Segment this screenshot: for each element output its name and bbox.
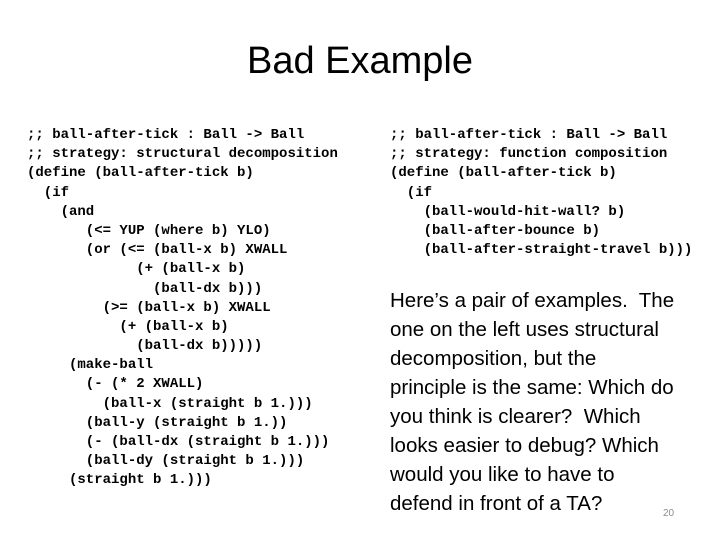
- explanation-line: would you like to have to: [390, 463, 615, 486]
- code-line: (ball-after-straight-travel b))): [390, 242, 693, 259]
- code-line: (ball-y (straight b 1.)): [27, 414, 288, 431]
- code-line: (ball-dx b))): [27, 280, 263, 297]
- function-composition-code: ;; ball-after-tick : Ball -> Ball ;; stra…: [390, 126, 692, 260]
- explanation-text: Here’s a pair of examples. The one on th…: [390, 286, 720, 518]
- code-line: (if: [390, 184, 433, 201]
- structural-decomposition-code: ;; ball-after-tick : Ball -> Ball ;; stra…: [27, 126, 338, 491]
- code-line: ;; ball-after-tick : Ball -> Ball: [390, 127, 668, 143]
- code-line: (ball-after-bounce b): [390, 222, 601, 239]
- code-line: ;; strategy: structural decomposition: [27, 146, 338, 163]
- code-line: ;; ball-after-tick : Ball -> Ball: [27, 127, 305, 143]
- slide-title: Bad Example: [246, 40, 473, 82]
- code-line: (straight b 1.))): [27, 472, 212, 489]
- explanation-line: one on the left uses structural: [390, 318, 659, 341]
- code-line: (and: [27, 203, 95, 220]
- code-line: (ball-dy (straight b 1.))): [27, 453, 305, 470]
- page-number: 20: [663, 508, 675, 519]
- code-line: (make-ball: [27, 357, 154, 374]
- code-line: (ball-would-hit-wall? b): [390, 203, 626, 220]
- code-line: (ball-dx b))))): [27, 338, 263, 355]
- code-line: (if: [27, 184, 70, 201]
- explanation-line: decomposition, but the: [390, 347, 597, 370]
- code-line: (define (ball-after-tick b): [390, 165, 617, 182]
- code-line: ;; strategy: function composition: [390, 146, 668, 163]
- explanation-line: you think is clearer? Which: [390, 405, 641, 428]
- code-line: (<= YUP (where b) YLO): [27, 222, 271, 239]
- code-line: (- (* 2 XWALL): [27, 376, 204, 393]
- code-line: (- (ball-dx (straight b 1.))): [27, 434, 330, 450]
- code-line: (+ (ball-x b): [27, 318, 229, 335]
- code-line: (ball-x (straight b 1.))): [27, 395, 313, 412]
- explanation-line: principle is the same: Which do: [390, 376, 674, 399]
- explanation-line: Here’s a pair of examples. The: [390, 289, 675, 312]
- code-line: (+ (ball-x b): [27, 261, 246, 278]
- code-line: (define (ball-after-tick b): [27, 165, 254, 182]
- explanation-line: looks easier to debug? Which: [390, 434, 659, 457]
- code-line: (or (<= (ball-x b) XWALL: [27, 242, 288, 259]
- code-line: (>= (ball-x b) XWALL: [27, 299, 271, 316]
